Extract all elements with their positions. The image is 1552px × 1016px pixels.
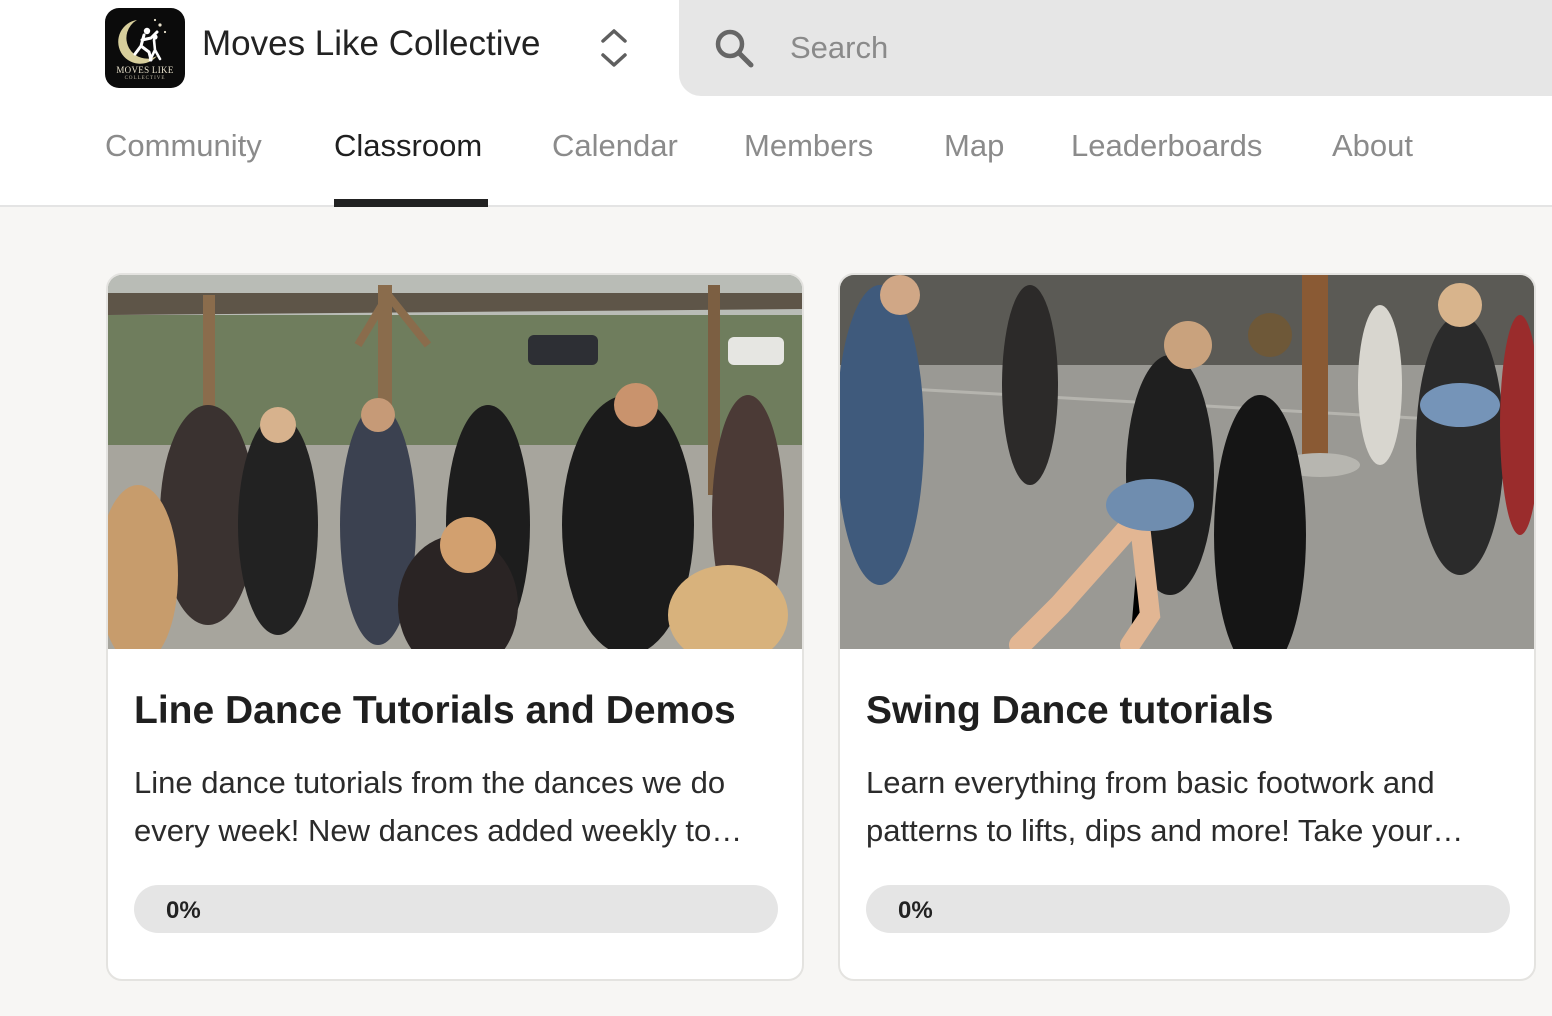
top-navigation-bar: MOVES LIKE COLLECTIVE Moves Like Collect… [0, 0, 1552, 207]
search-icon[interactable] [712, 26, 756, 70]
tab-community[interactable]: Community [105, 128, 262, 164]
course-card-swing-dance[interactable]: Swing Dance tutorials Learn everything f… [838, 273, 1536, 981]
tab-classroom[interactable]: Classroom [334, 128, 482, 164]
community-name[interactable]: Moves Like Collective [202, 24, 540, 64]
logo-subtext: COLLECTIVE [124, 76, 166, 81]
course-description: Line dance tutorials from the dances we … [134, 765, 743, 848]
course-title[interactable]: Line Dance Tutorials and Demos [134, 689, 736, 733]
course-progress-bar: 0% [866, 885, 1510, 933]
tab-about[interactable]: About [1332, 128, 1413, 164]
active-tab-indicator [334, 199, 488, 207]
search-input[interactable] [790, 26, 1530, 70]
tab-members[interactable]: Members [744, 128, 873, 164]
line-dancers-photo-illustration [108, 275, 802, 649]
progress-label: 0% [898, 897, 933, 924]
swing-dancers-photo-illustration [840, 275, 1534, 649]
course-progress-bar: 0% [134, 885, 778, 933]
community-switcher-icon[interactable] [596, 26, 632, 70]
course-title[interactable]: Swing Dance tutorials [866, 689, 1273, 733]
course-cover-image [108, 275, 802, 649]
progress-label: 0% [166, 897, 201, 924]
tab-calendar[interactable]: Calendar [552, 128, 678, 164]
course-cover-image [840, 275, 1534, 649]
community-logo[interactable]: MOVES LIKE COLLECTIVE [105, 8, 185, 88]
course-card-line-dance[interactable]: Line Dance Tutorials and Demos Line danc… [106, 273, 804, 981]
tab-map[interactable]: Map [944, 128, 1004, 164]
tab-leaderboards[interactable]: Leaderboards [1071, 128, 1262, 164]
course-description: Learn everything from basic footwork and… [866, 765, 1464, 848]
logo-wordmark: MOVES LIKE [116, 65, 174, 75]
